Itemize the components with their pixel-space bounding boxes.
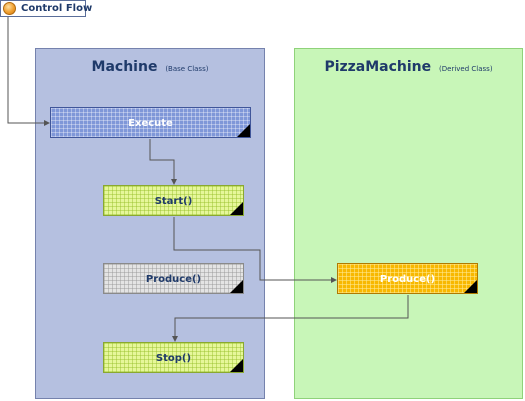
produce-to-stop-connector [172, 295, 409, 342]
execute-to-start-connector [149, 139, 177, 185]
control-flow-legend: Control Flow [0, 0, 92, 17]
start-to-produce-connector [173, 217, 337, 283]
orange-circle-icon [3, 2, 16, 15]
legend-label: Control Flow [21, 3, 93, 14]
control-flow-connectors [7, 16, 409, 342]
flow-entry-connector [7, 16, 50, 126]
